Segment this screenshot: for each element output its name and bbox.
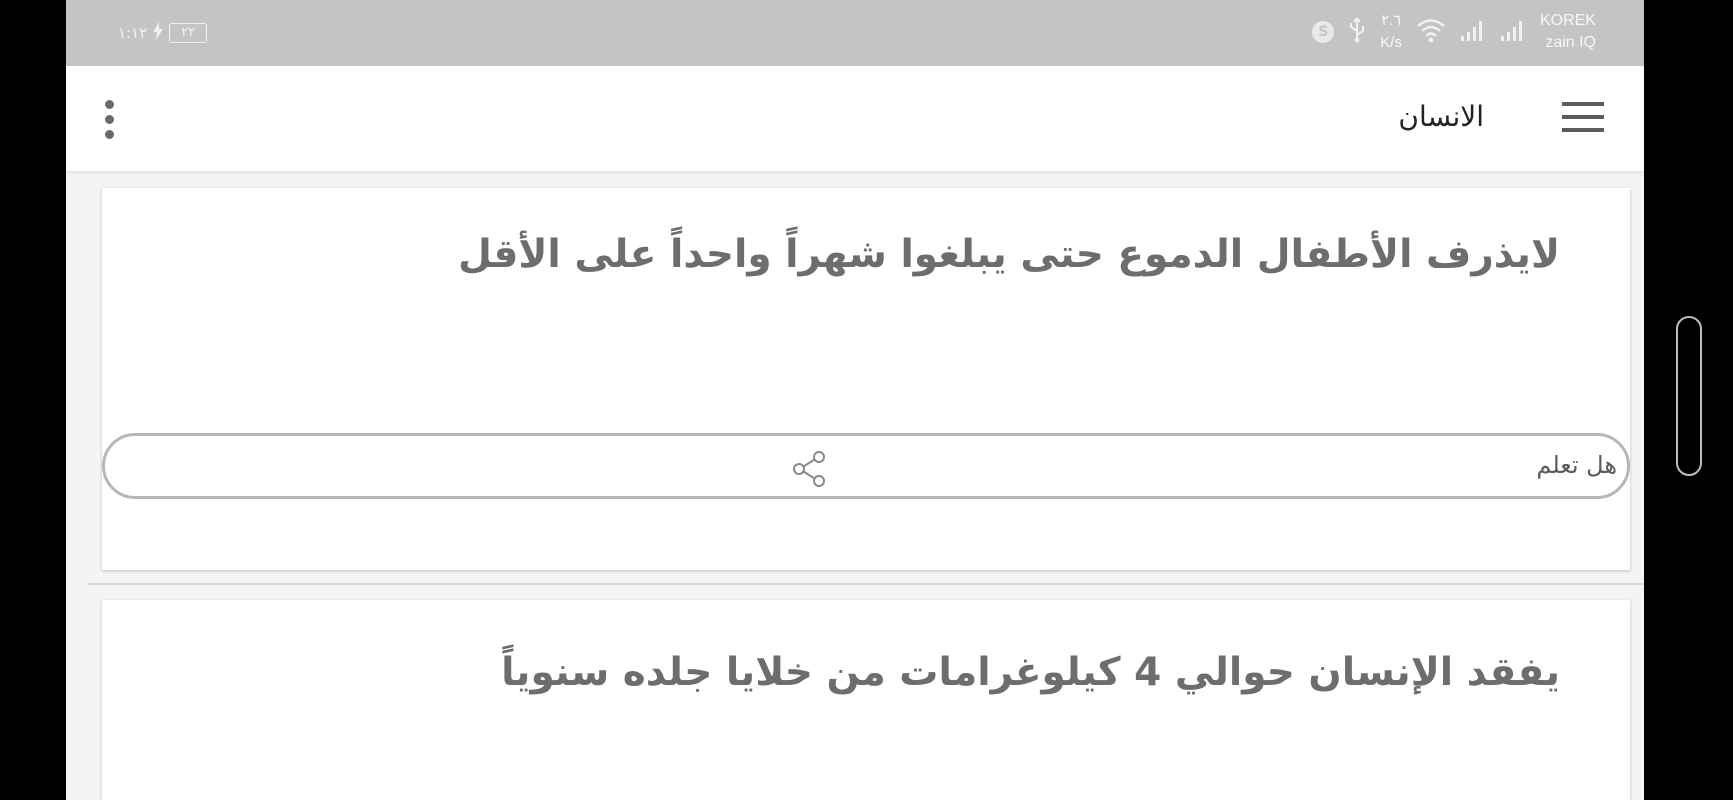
category-label: هل تعلم [1536,451,1617,479]
more-vertical-icon[interactable] [102,100,116,142]
share-icon[interactable] [790,450,828,488]
fact-text: لايذرف الأطفال الدموع حتى يبلغوا شهراً و… [458,232,1560,277]
carrier-1: KOREK [1539,12,1596,29]
fact-card[interactable]: لايذرف الأطفال الدموع حتى يبلغوا شهراً و… [102,188,1630,570]
signal-icon [1460,18,1486,46]
hamburger-menu-icon[interactable] [1562,102,1604,134]
fact-text: يفقد الإنسان حوالي 4 كيلوغرامات من خلايا… [501,650,1560,695]
speed-value: ٢.٦ [1381,12,1402,29]
page-title: الانسان [1398,100,1484,133]
divider [88,583,1644,585]
scrollbar[interactable] [1676,316,1702,476]
status-bar: ١:١٢ ٢٢ S ٢.٦ K/s KOREK zain IQ [66,0,1644,66]
app-bar: الانسان [66,66,1644,172]
wifi-icon [1416,17,1446,47]
fact-card[interactable]: يفقد الإنسان حوالي 4 كيلوغرامات من خلايا… [102,600,1630,800]
skype-icon: S [1312,21,1335,43]
skype-letter: S [1318,24,1329,40]
signal-icon [1500,18,1526,46]
battery-level: ٢٢ [181,25,196,40]
battery-icon: ٢٢ [169,23,208,43]
status-left: ١:١٢ ٢٢ [118,22,208,44]
clock: ١:١٢ [118,24,148,42]
speed-unit: K/s [1380,34,1402,51]
carrier-names: KOREK zain IQ [1540,10,1596,54]
network-speed: ٢.٦ K/s [1380,10,1402,54]
status-right: S ٢.٦ K/s KOREK zain IQ [1312,10,1596,54]
charging-icon [153,22,164,44]
carrier-2: zain IQ [1545,34,1596,51]
usb-icon [1348,17,1366,47]
card-action-bar: هل تعلم [102,433,1630,499]
app-screen: ١:١٢ ٢٢ S ٢.٦ K/s KOREK zain IQ الانسان … [66,0,1644,800]
